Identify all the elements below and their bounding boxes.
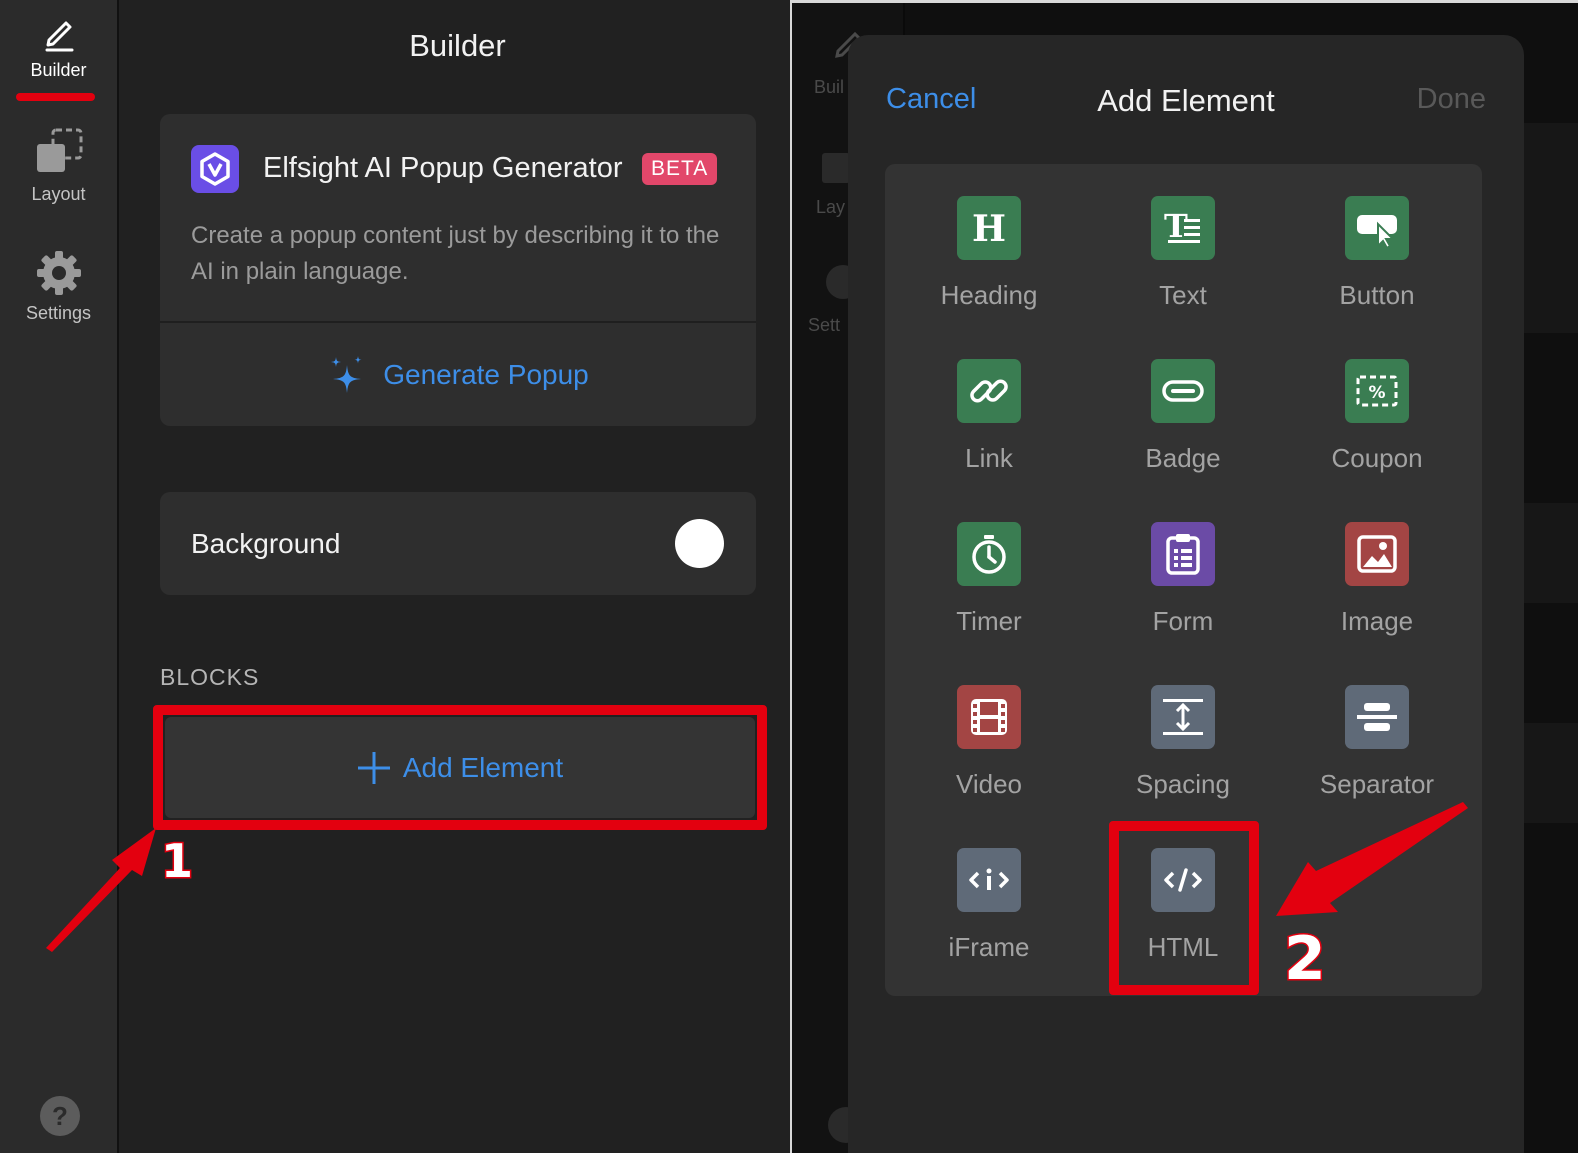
element-label: Text — [1159, 280, 1207, 310]
element-tile-badge[interactable]: Badge — [1098, 359, 1268, 489]
element-label: Video — [955, 769, 1023, 799]
element-label: Image — [1340, 606, 1414, 636]
rail-label-settings: Settings — [25, 303, 92, 323]
element-tile-timer[interactable]: Timer — [904, 522, 1074, 652]
background-row: Background — [160, 492, 756, 595]
layout-icon — [822, 153, 850, 183]
link-icon — [957, 359, 1021, 423]
element-tile-image[interactable]: Image — [1292, 522, 1462, 652]
beta-badge: BETA — [642, 153, 718, 185]
element-tile-button[interactable]: Button — [1292, 196, 1462, 326]
dimmed-rail-label-settings: Sett — [808, 315, 841, 335]
highlight-box-html — [1109, 821, 1259, 995]
element-tile-separator[interactable]: Separator — [1292, 685, 1462, 815]
element-tile-text[interactable]: T Text — [1098, 196, 1268, 326]
element-tile-coupon[interactable]: % Coupon — [1292, 359, 1462, 489]
elfsight-ai-logo-icon — [191, 145, 239, 193]
element-label: Timer — [956, 606, 1022, 636]
gear-icon — [36, 251, 81, 295]
layout-icon — [36, 128, 82, 172]
element-tile-iframe[interactable]: iFrame — [904, 848, 1074, 978]
active-tab-underline — [16, 93, 95, 101]
ai-card-title: Elfsight AI Popup Generator — [263, 152, 623, 184]
sparkles-icon — [331, 355, 362, 393]
svg-text:%: % — [1368, 383, 1385, 403]
add-element-screen: Buil Lay Sett Cancel Add Element Done H … — [790, 0, 1578, 1153]
spacing-icon — [1151, 685, 1215, 749]
element-tile-link[interactable]: Link — [904, 359, 1074, 489]
generate-popup-label: Generate Popup — [383, 358, 589, 390]
page-title: Builder — [409, 28, 506, 63]
heading-icon: H — [957, 196, 1021, 260]
builder-screen: Builder Layout Settings ? Builder Elfsig… — [0, 0, 796, 1153]
background-toggle[interactable] — [675, 519, 724, 568]
dimmed-rail-label-builder: Buil — [814, 77, 845, 97]
ai-card-description: Create a popup content just by describin… — [191, 222, 720, 285]
rail-item-layout[interactable]: Layout — [0, 128, 117, 205]
element-label: Spacing — [1136, 769, 1230, 799]
rail-label-builder: Builder — [30, 60, 87, 80]
rail-label-layout: Layout — [31, 184, 86, 204]
element-tile-form[interactable]: Form — [1098, 522, 1268, 652]
film-icon — [957, 685, 1021, 749]
badge-icon — [1151, 359, 1215, 423]
ai-generator-card: Elfsight AI Popup Generator BETA Create … — [160, 114, 756, 426]
iframe-icon — [957, 848, 1021, 912]
element-label: Coupon — [1331, 443, 1423, 473]
element-label: Badge — [1145, 443, 1221, 473]
generate-popup-button[interactable]: Generate Popup — [160, 323, 756, 426]
element-tile-heading[interactable]: H Heading — [904, 196, 1074, 326]
element-label: iFrame — [948, 932, 1030, 962]
coupon-icon: % — [1345, 359, 1409, 423]
image-icon — [1345, 522, 1409, 586]
text-icon: T — [1151, 196, 1215, 260]
help-button[interactable]: ? — [40, 1096, 80, 1136]
element-label: Separator — [1319, 769, 1435, 799]
stopwatch-icon — [957, 522, 1021, 586]
svg-text:H: H — [972, 208, 1006, 248]
separator-icon — [1345, 685, 1409, 749]
rail-item-settings[interactable]: Settings — [0, 249, 117, 324]
element-label: Button — [1339, 280, 1415, 310]
element-tile-video[interactable]: Video — [904, 685, 1074, 815]
clipboard-icon — [1151, 522, 1215, 586]
highlight-box-add-element — [153, 705, 767, 830]
done-button[interactable]: Done — [1417, 83, 1486, 116]
element-label: Link — [965, 443, 1013, 473]
background-label: Background — [191, 528, 341, 559]
pencil-icon — [45, 21, 73, 52]
element-label: Heading — [940, 280, 1038, 310]
button-cursor-icon — [1345, 196, 1409, 260]
element-tile-spacing[interactable]: Spacing — [1098, 685, 1268, 815]
blocks-section-label: BLOCKS — [160, 664, 260, 690]
dimmed-rail-label-layout: Lay — [816, 197, 846, 217]
sidebar-rail: Builder Layout Settings ? — [0, 0, 119, 1153]
element-label: Form — [1152, 606, 1214, 636]
rail-item-builder[interactable]: Builder — [0, 14, 117, 81]
